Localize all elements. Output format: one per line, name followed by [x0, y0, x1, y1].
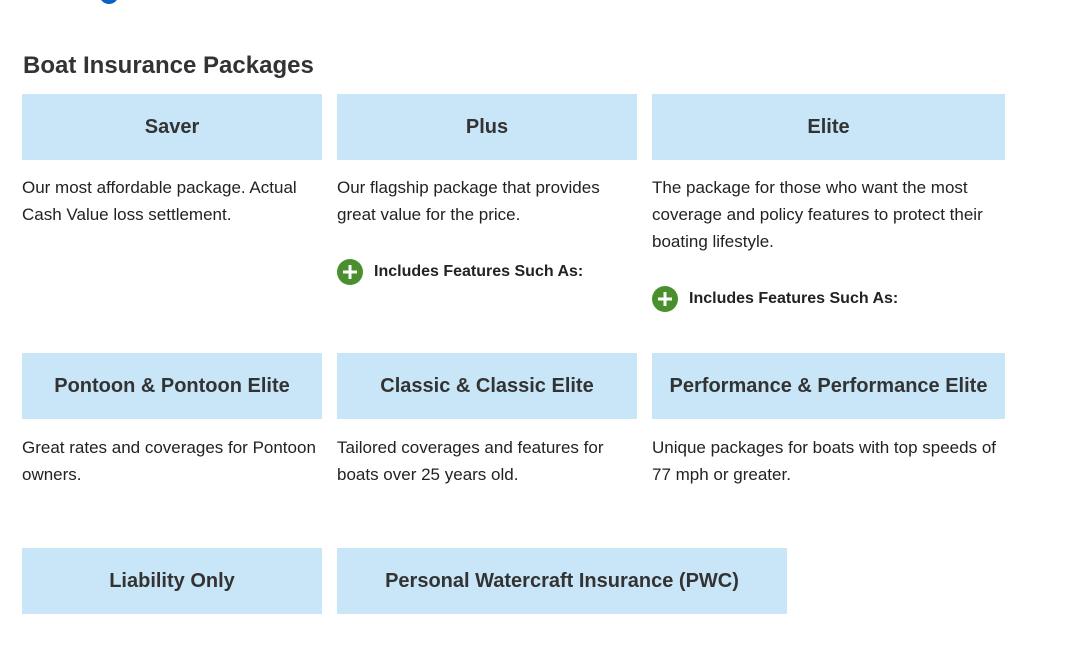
features-toggle-elite[interactable]: Includes Features Such As: — [652, 286, 898, 312]
package-description-saver: Our most affordable package. Actual Cash… — [22, 178, 297, 224]
plus-circle-icon[interactable] — [652, 286, 678, 312]
package-description-plus: Our flagship package that provides great… — [337, 178, 600, 224]
package-header-performance[interactable]: Performance & Performance Elite — [652, 353, 1005, 419]
section-title: Boat Insurance Packages — [23, 52, 314, 79]
package-description-pontoon: Great rates and coverages for Pontoon ow… — [22, 438, 316, 484]
features-label[interactable]: Includes Features Such As: — [689, 290, 898, 308]
package-header-liability[interactable]: Liability Only — [22, 548, 322, 614]
package-description-performance: Unique packages for boats with top speed… — [652, 438, 996, 484]
package-description-classic: Tailored coverages and features for boat… — [337, 438, 604, 484]
package-header-plus[interactable]: Plus — [337, 94, 637, 160]
features-label[interactable]: Includes Features Such As: — [374, 263, 583, 281]
top-indicator-dot — [100, 0, 118, 4]
package-header-pwc[interactable]: Personal Watercraft Insurance (PWC) — [337, 548, 787, 614]
package-header-classic[interactable]: Classic & Classic Elite — [337, 353, 637, 419]
package-header-saver[interactable]: Saver — [22, 94, 322, 160]
package-description-elite: The package for those who want the most … — [652, 178, 983, 251]
package-header-pontoon[interactable]: Pontoon & Pontoon Elite — [22, 353, 322, 419]
plus-circle-icon[interactable] — [337, 259, 363, 285]
features-toggle-plus[interactable]: Includes Features Such As: — [337, 259, 583, 285]
package-header-elite[interactable]: Elite — [652, 94, 1005, 160]
